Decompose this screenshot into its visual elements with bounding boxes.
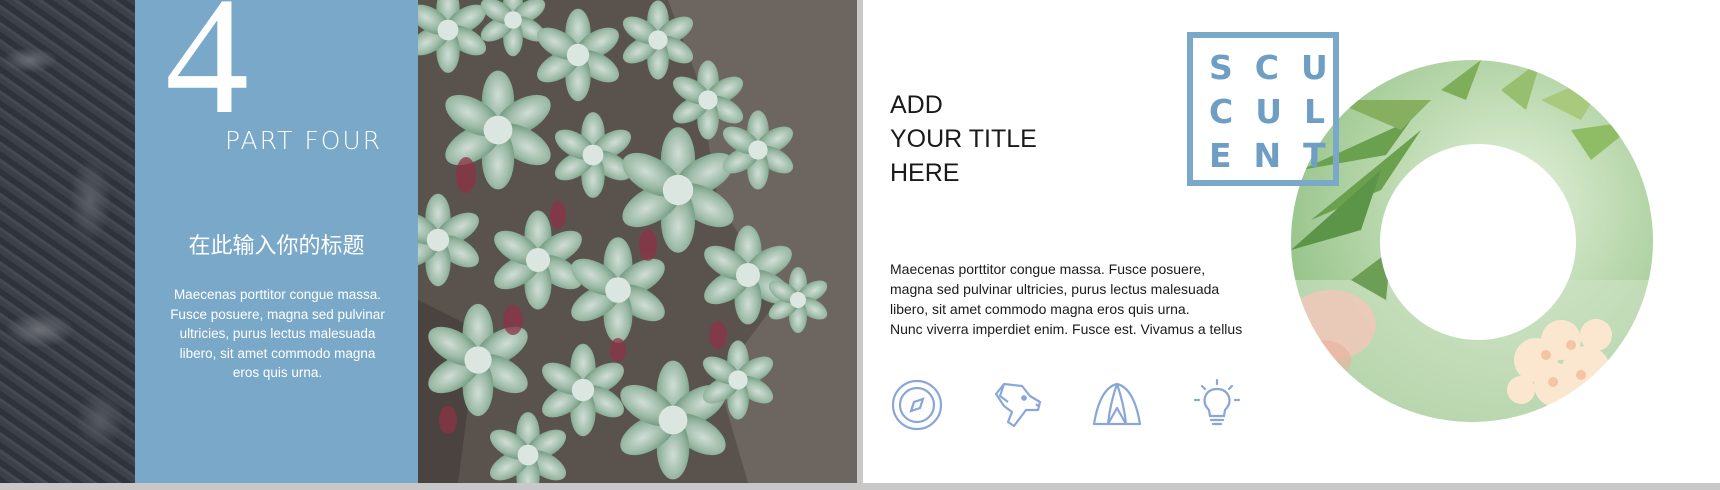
succulent-photo [418,0,857,483]
logo-row-1: SCU [1209,48,1350,87]
slide-body-text: Maecenas porttitor congue massa. Fusce p… [890,261,1243,337]
section-title: 在此输入你的标题 [188,234,365,259]
lightbulb-icon [1190,378,1244,432]
section-panel: 4 PART FOUR 在此输入你的标题 Maecenas porttitor … [135,0,418,483]
dog-icon [990,378,1044,432]
logo-row-2: CUL [1209,92,1348,131]
slide-title: ADD YOUR TITLE HERE Maecenas porttitor c… [863,0,1720,483]
slide-part-four: 4 PART FOUR 在此输入你的标题 Maecenas porttitor … [0,0,857,483]
section-label: PART FOUR [225,126,383,155]
logo-box: SCU CUL ENT [1187,32,1339,186]
tent-icon [1090,378,1144,432]
compass-icon [890,378,944,432]
section-number: 4 [165,0,249,149]
slide-heading: ADD YOUR TITLE HERE [890,91,1037,187]
logo-row-3: ENT [1209,136,1348,175]
rock-texture-image [0,0,135,483]
succulent-cluster-image [418,0,857,483]
section-body-text: Maecenas porttitor congue massa. Fusce p… [170,287,385,380]
